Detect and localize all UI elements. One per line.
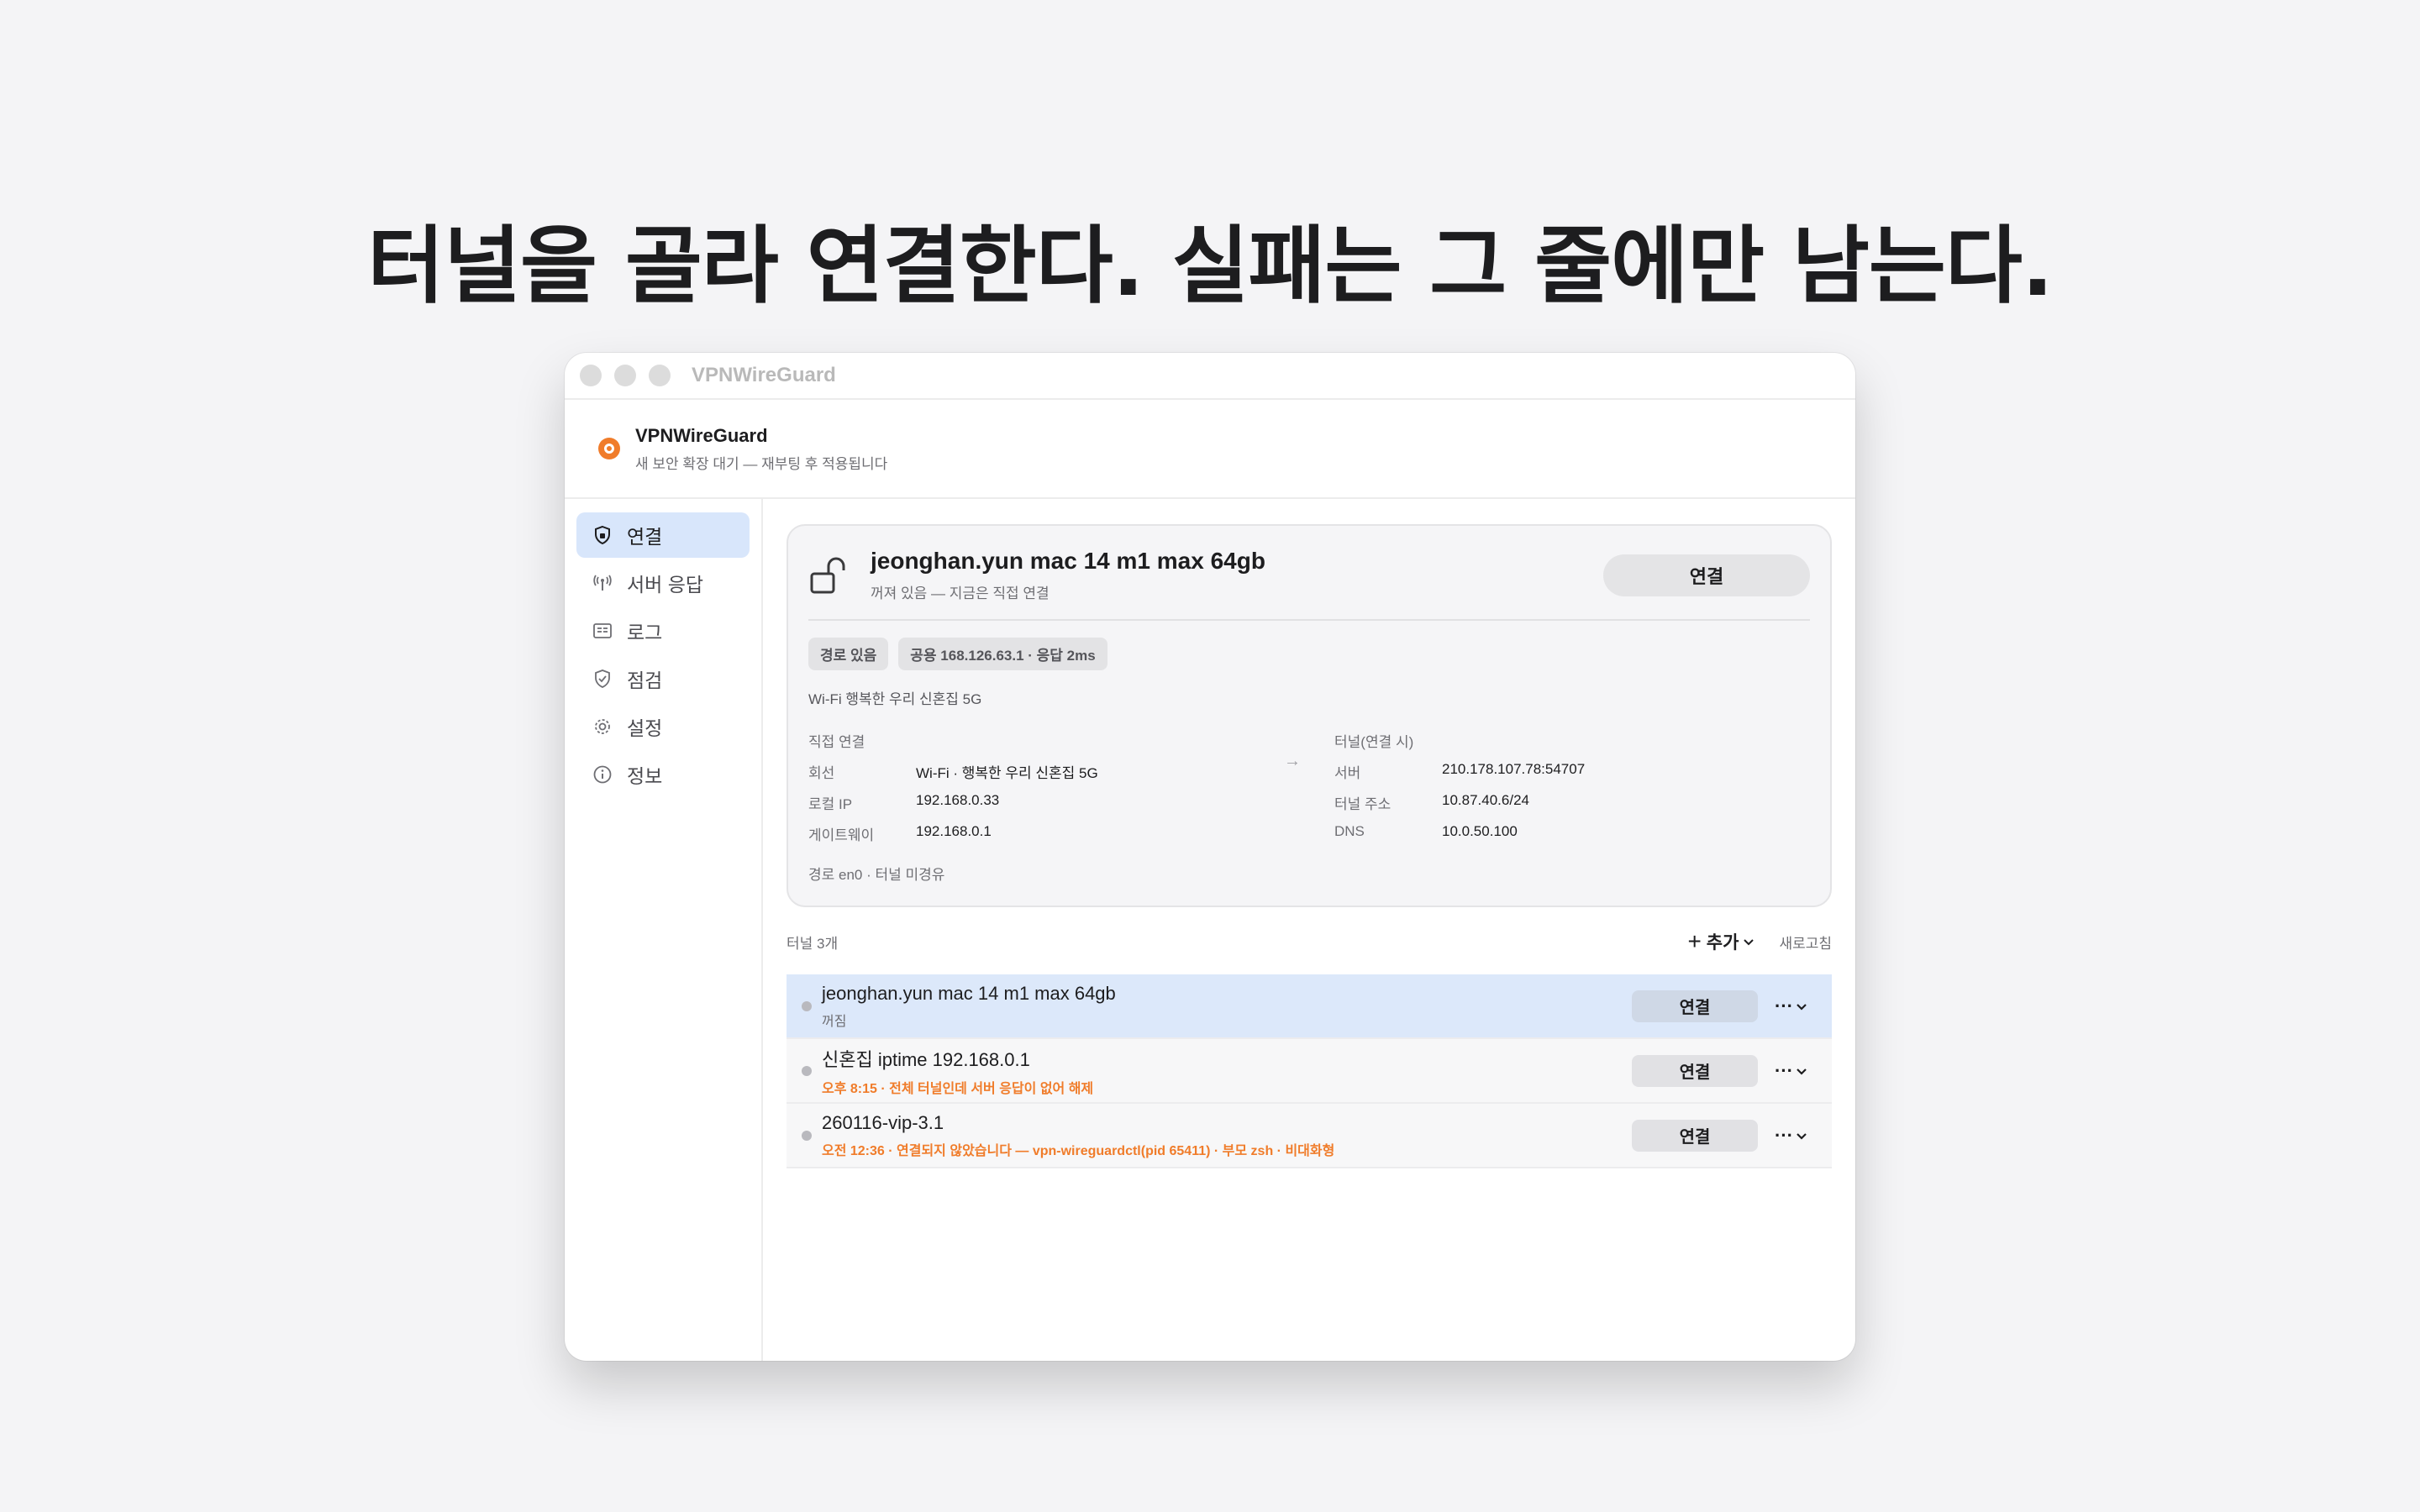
info-value: Wi-Fi · 행복한 우리 신혼집 5G (916, 765, 1098, 781)
arrow-right-icon: → (1284, 752, 1301, 770)
gear-icon (592, 716, 613, 738)
tunnel-status: 꺼짐 (822, 1014, 847, 1029)
add-tunnel-button[interactable]: + 추가 (1687, 928, 1755, 955)
info-key: DNS (1334, 823, 1365, 839)
close-window-button[interactable] (580, 365, 602, 386)
sidebar-item-label: 점검 (627, 669, 663, 691)
info-icon (592, 764, 613, 785)
tunnel-count: 터널 3개 (786, 935, 839, 952)
info-key: 로컬 IP (808, 796, 853, 812)
current-tunnel-card: jeonghan.yun mac 14 m1 max 64gb 꺼져 있음 — … (786, 524, 1832, 907)
tunnel-row[interactable]: jeonghan.yun mac 14 m1 max 64gb 꺼짐 연결 ··… (786, 974, 1832, 1039)
current-tunnel-name: jeonghan.yun mac 14 m1 max 64gb (871, 548, 1265, 574)
sidebar-item-info[interactable]: 정보 (576, 752, 750, 797)
tunnel-connect-button[interactable]: 연결 (1632, 1054, 1759, 1087)
route-line: 경로 en0 · 터널 미경유 (808, 867, 945, 883)
app-subtitle: 새 보안 확장 대기 — 재부팅 후 적용됩니다 (635, 455, 888, 472)
log-icon (592, 620, 613, 642)
info-value: 192.168.0.1 (916, 823, 992, 839)
check-shield-icon (592, 668, 613, 690)
tunnel-heading: 터널(연결 시) (1334, 734, 1414, 750)
sidebar-item-label: 설정 (627, 717, 663, 739)
chevron-down-icon (1797, 1003, 1807, 1011)
plus-icon: + (1687, 928, 1702, 954)
info-value: 210.178.107.78:54707 (1442, 761, 1586, 777)
direct-connection-info: 직접 연결 회선 Wi-Fi · 행복한 우리 신혼집 5G 로컬 IP 192.1… (808, 730, 1284, 854)
dns-badge: 공용 168.126.63.1 · 응답 2ms (898, 638, 1107, 670)
more-menu-button[interactable]: ··· (1775, 995, 1808, 1017)
sidebar-item-connect[interactable]: 연결 (576, 512, 750, 558)
more-menu-button[interactable]: ··· (1775, 1125, 1808, 1147)
ellipsis-icon: ··· (1775, 995, 1793, 1016)
shield-icon (592, 524, 613, 546)
tunnel-connection-info: 터널(연결 시) 서버 210.178.107.78:54707 터널 주소 10.… (1334, 730, 1810, 854)
chevron-down-icon (1797, 1132, 1807, 1140)
sidebar-item-label: 서버 응답 (627, 574, 704, 596)
titlebar: VPNWireGuard (565, 353, 1855, 400)
sidebar-item-server-response[interactable]: 서버 응답 (576, 560, 750, 606)
app-name: VPNWireGuard (635, 424, 768, 446)
connect-button[interactable]: 연결 (1603, 554, 1810, 596)
info-key: 게이트웨이 (808, 827, 875, 843)
sidebar-item-label: 연결 (627, 526, 663, 548)
sidebar-item-settings[interactable]: 설정 (576, 704, 750, 749)
chevron-down-icon (1744, 939, 1754, 946)
tunnel-name: 260116-vip-3.1 (822, 1111, 944, 1133)
status-dot (802, 1065, 812, 1076)
status-dot (802, 1000, 812, 1011)
more-menu-button[interactable]: ··· (1775, 1060, 1808, 1082)
refresh-button[interactable]: 새로고침 (1779, 932, 1832, 953)
info-value: 10.87.40.6/24 (1442, 792, 1529, 808)
app-header: VPNWireGuard 새 보안 확장 대기 — 재부팅 후 적용됩니다 (565, 400, 1855, 499)
app-window: VPNWireGuard VPNWireGuard 새 보안 확장 대기 — 재… (565, 353, 1855, 1361)
zoom-window-button[interactable] (649, 365, 671, 386)
tunnel-connect-button[interactable]: 연결 (1632, 990, 1759, 1022)
tunnel-list: jeonghan.yun mac 14 m1 max 64gb 꺼짐 연결 ··… (786, 974, 1832, 1168)
unlocked-lock-icon (808, 554, 852, 597)
tunnel-connect-button[interactable]: 연결 (1632, 1119, 1759, 1152)
minimize-window-button[interactable] (614, 365, 636, 386)
chevron-down-icon (1797, 1068, 1807, 1075)
app-status-icon (598, 438, 620, 459)
sidebar-item-check[interactable]: 점검 (576, 656, 750, 701)
sidebar-item-label: 로그 (627, 622, 663, 643)
tunnel-status: 오후 8:15 · 전체 터널인데 서버 응답이 없어 해제 (822, 1081, 1094, 1096)
info-key: 서버 (1334, 765, 1361, 781)
info-value: 192.168.0.33 (916, 792, 1000, 808)
tunnel-row[interactable]: 260116-vip-3.1 오전 12:36 · 연결되지 않았습니다 — v… (786, 1104, 1832, 1168)
sidebar: 연결 서버 응답 로그 점검 설정 정보 (565, 499, 763, 1361)
ellipsis-icon: ··· (1775, 1124, 1793, 1146)
window-title: VPNWireGuard (692, 364, 836, 386)
route-badge: 경로 있음 (808, 638, 889, 670)
info-key: 회선 (808, 765, 835, 781)
main-panel: jeonghan.yun mac 14 m1 max 64gb 꺼져 있음 — … (763, 499, 1855, 1361)
tunnel-name: jeonghan.yun mac 14 m1 max 64gb (822, 982, 1116, 1004)
status-dot (802, 1130, 812, 1141)
headline: 터널을 골라 연결한다. 실패는 그 줄에만 남는다. (367, 217, 2054, 315)
info-key: 터널 주소 (1334, 796, 1392, 812)
tunnel-status: 오전 12:36 · 연결되지 않았습니다 — vpn-wireguardctl… (822, 1143, 1335, 1158)
tunnel-name: 신혼집 iptime 192.168.0.1 (822, 1048, 1030, 1070)
sidebar-item-label: 정보 (627, 765, 663, 787)
antenna-icon (592, 572, 613, 594)
current-tunnel-status: 꺼져 있음 — 지금은 직접 연결 (871, 585, 1050, 601)
sidebar-item-log[interactable]: 로그 (576, 608, 750, 654)
tunnel-row[interactable]: 신혼집 iptime 192.168.0.1 오후 8:15 · 전체 터널인데… (786, 1039, 1832, 1104)
info-value: 10.0.50.100 (1442, 823, 1518, 839)
direct-heading: 직접 연결 (808, 734, 865, 750)
add-label: 추가 (1706, 933, 1739, 953)
wifi-line: Wi-Fi 행복한 우리 신혼집 5G (808, 691, 982, 707)
ellipsis-icon: ··· (1775, 1059, 1793, 1081)
